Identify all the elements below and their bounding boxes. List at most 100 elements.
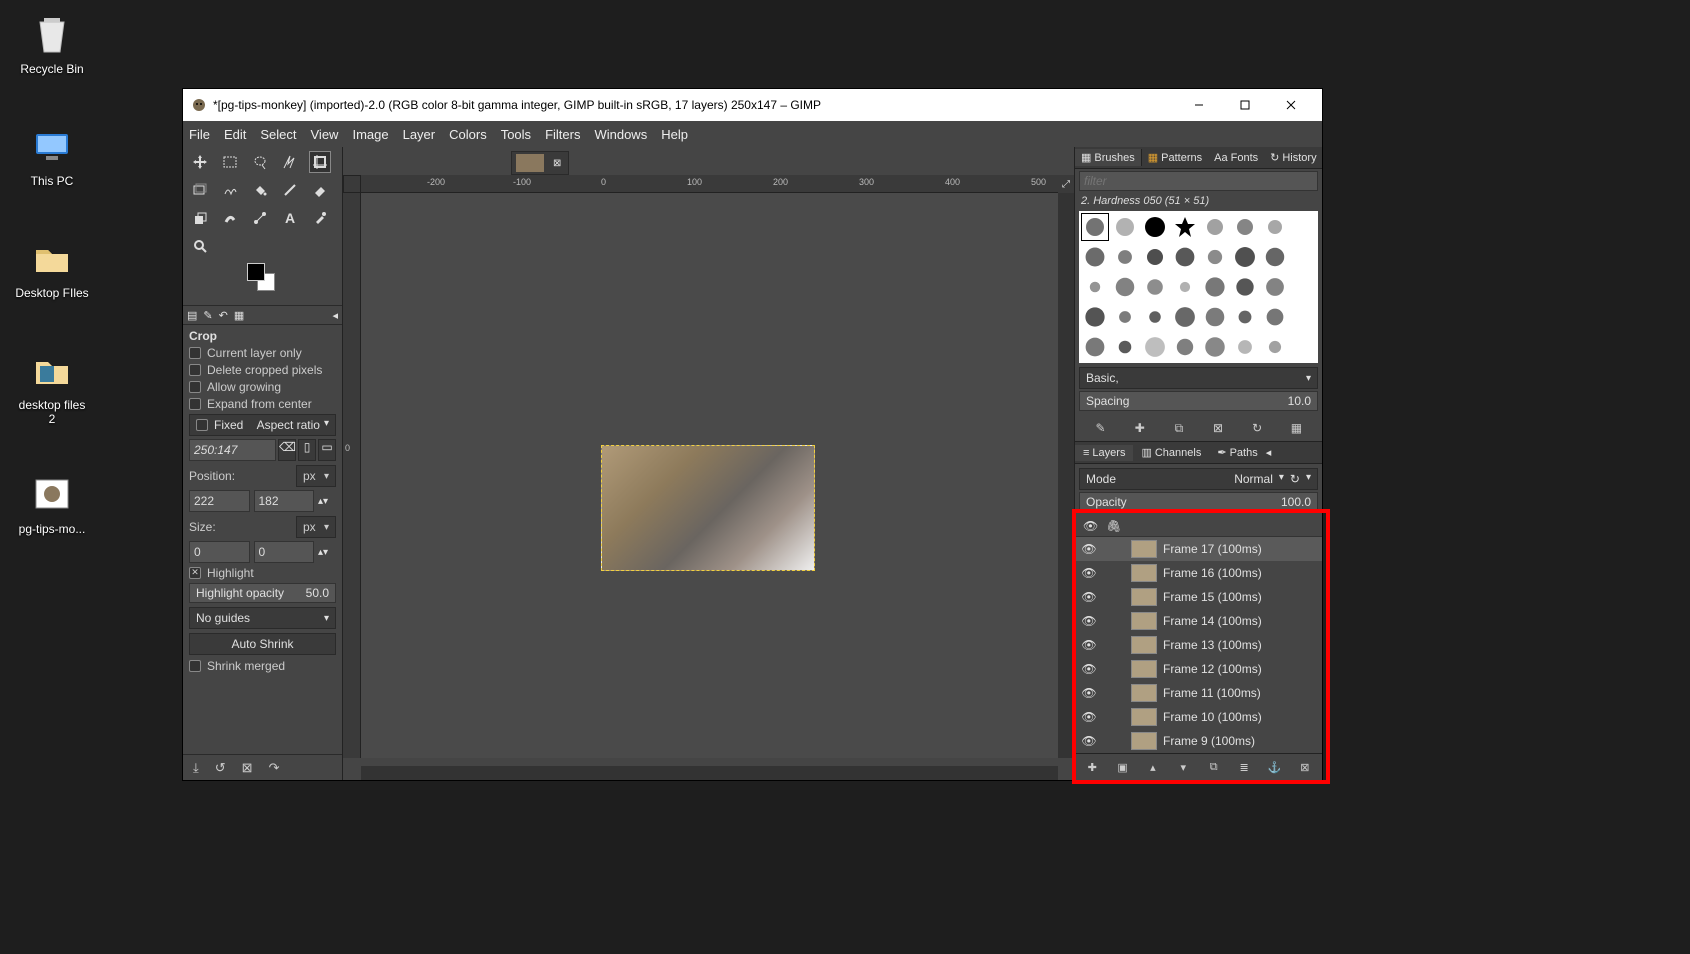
layer-row[interactable]: 👁Frame 13 (100ms) (1075, 633, 1322, 657)
edit-brush-icon[interactable]: ✎ (1092, 419, 1110, 437)
visibility-toggle-icon[interactable]: 👁 (1081, 734, 1097, 748)
menu-filters[interactable]: Filters (545, 127, 580, 142)
unified-transform-tool[interactable] (189, 179, 211, 201)
desktop-icon-image[interactable]: pg-tips-mo... (14, 470, 90, 536)
images-tab-icon[interactable]: ▦ (234, 309, 244, 322)
brush-item[interactable] (1201, 333, 1229, 361)
menu-edit[interactable]: Edit (224, 127, 246, 142)
pos-y-input[interactable] (254, 490, 315, 512)
tool-options-tab-icon[interactable]: ▤ (187, 309, 197, 322)
brush-item[interactable] (1111, 243, 1139, 271)
opacity-slider[interactable]: Opacity100.0 (1079, 492, 1318, 512)
brush-item[interactable] (1141, 333, 1169, 361)
fg-color-swatch[interactable] (247, 263, 265, 281)
layers-list[interactable]: 👁Frame 17 (100ms)👁Frame 16 (100ms)👁Frame… (1075, 537, 1322, 753)
configure-tab-icon[interactable]: ◂ (1266, 446, 1272, 459)
crop-tool[interactable] (309, 151, 331, 173)
size-h-input[interactable] (254, 541, 315, 563)
menu-help[interactable]: Help (661, 127, 688, 142)
paintbrush-tool[interactable] (279, 179, 301, 201)
checkbox[interactable] (196, 419, 208, 431)
brush-item[interactable] (1081, 213, 1109, 241)
clone-tool[interactable] (189, 207, 211, 229)
brush-item[interactable] (1141, 273, 1169, 301)
tab-fonts[interactable]: AaFonts (1208, 150, 1264, 166)
brush-preset-dropdown[interactable]: Basic,▾ (1079, 367, 1318, 389)
lower-layer-icon[interactable]: ▾ (1174, 758, 1192, 776)
layer-row[interactable]: 👁Frame 10 (100ms) (1075, 705, 1322, 729)
merge-down-icon[interactable]: ≣ (1235, 758, 1253, 776)
minimize-button[interactable] (1176, 89, 1222, 121)
brush-item[interactable] (1261, 333, 1289, 361)
raise-layer-icon[interactable]: ▴ (1144, 758, 1162, 776)
brush-item[interactable] (1171, 273, 1199, 301)
brush-item[interactable] (1201, 243, 1229, 271)
brush-item[interactable] (1111, 303, 1139, 331)
color-swatches[interactable] (243, 263, 283, 297)
menu-layer[interactable]: Layer (403, 127, 436, 142)
spacing-slider[interactable]: Spacing10.0 (1079, 391, 1318, 411)
mode-switch-icon[interactable]: ↻ (1290, 472, 1300, 486)
smudge-tool[interactable] (219, 207, 241, 229)
save-options-icon[interactable]: ⤓ (193, 760, 199, 776)
visibility-toggle-icon[interactable]: 👁 (1081, 614, 1097, 628)
document-tab[interactable]: ⊠ (511, 151, 569, 175)
brush-item[interactable] (1261, 303, 1289, 331)
brush-item[interactable] (1231, 273, 1259, 301)
brush-item[interactable] (1231, 333, 1259, 361)
layer-row[interactable]: 👁Frame 14 (100ms) (1075, 609, 1322, 633)
blend-mode-dropdown[interactable]: ModeNormal▾↻▾ (1079, 468, 1318, 490)
desktop-icon-folder-2[interactable]: desktop files 2 (14, 346, 90, 426)
ratio-input[interactable] (189, 439, 276, 461)
quick-nav-icon[interactable]: ⤢ (1058, 175, 1074, 193)
landscape-icon[interactable]: ▭ (318, 439, 336, 461)
close-tab-icon[interactable]: ⊠ (550, 158, 564, 169)
menu-select[interactable]: Select (260, 127, 296, 142)
visibility-toggle-icon[interactable]: 👁 (1081, 686, 1097, 700)
clear-icon[interactable]: ⌫ (278, 439, 296, 461)
tab-channels[interactable]: ▥Channels (1133, 444, 1209, 461)
bucket-fill-tool[interactable] (249, 179, 271, 201)
brush-item[interactable] (1261, 273, 1289, 301)
visibility-toggle-icon[interactable]: 👁 (1081, 590, 1097, 604)
checkbox[interactable] (189, 398, 201, 410)
brush-grid[interactable]: for(let i=0;i<28;i++)document.write('<di… (1079, 211, 1318, 363)
auto-shrink-button[interactable]: Auto Shrink (189, 633, 336, 655)
brush-item[interactable] (1261, 213, 1289, 241)
vertical-ruler[interactable]: 0 (343, 193, 361, 758)
color-picker-tool[interactable] (309, 207, 331, 229)
layer-row[interactable]: 👁Frame 15 (100ms) (1075, 585, 1322, 609)
checkbox[interactable] (189, 364, 201, 376)
configure-tab-icon[interactable]: ◂ (332, 309, 338, 322)
tab-layers[interactable]: ≡Layers (1075, 445, 1133, 461)
brush-item[interactable] (1141, 303, 1169, 331)
brush-item[interactable] (1231, 243, 1259, 271)
highlight-opacity-slider[interactable]: Highlight opacity50.0 (189, 583, 336, 603)
checkbox[interactable] (189, 381, 201, 393)
tab-patterns[interactable]: ▦Patterns (1142, 149, 1208, 166)
canvas[interactable] (361, 193, 1058, 758)
visibility-toggle-icon[interactable]: 👁 (1081, 542, 1097, 556)
fuzzy-select-tool[interactable] (279, 151, 301, 173)
move-tool[interactable] (189, 151, 211, 173)
size-unit-dropdown[interactable]: px▾ (296, 516, 336, 538)
brush-item[interactable] (1231, 303, 1259, 331)
brush-item[interactable] (1201, 213, 1229, 241)
close-button[interactable] (1268, 89, 1314, 121)
menu-image[interactable]: Image (352, 127, 388, 142)
new-brush-icon[interactable]: ✚ (1131, 419, 1149, 437)
guides-dropdown[interactable]: No guides▾ (189, 607, 336, 629)
menu-view[interactable]: View (311, 127, 339, 142)
vertical-scrollbar[interactable] (1058, 193, 1074, 758)
checkbox[interactable] (189, 347, 201, 359)
tab-brushes[interactable]: ▦Brushes (1075, 149, 1142, 166)
zoom-tool[interactable] (189, 235, 211, 257)
device-status-tab-icon[interactable]: ✎ (203, 309, 212, 322)
restore-options-icon[interactable]: ↺ (215, 760, 226, 776)
titlebar[interactable]: *[pg-tips-monkey] (imported)-2.0 (RGB co… (183, 89, 1322, 121)
portrait-icon[interactable]: ▯ (298, 439, 316, 461)
undo-history-tab-icon[interactable]: ↶ (219, 309, 228, 322)
brush-item[interactable] (1081, 333, 1109, 361)
brush-item[interactable] (1111, 213, 1139, 241)
anchor-layer-icon[interactable]: ⚓ (1265, 758, 1283, 776)
